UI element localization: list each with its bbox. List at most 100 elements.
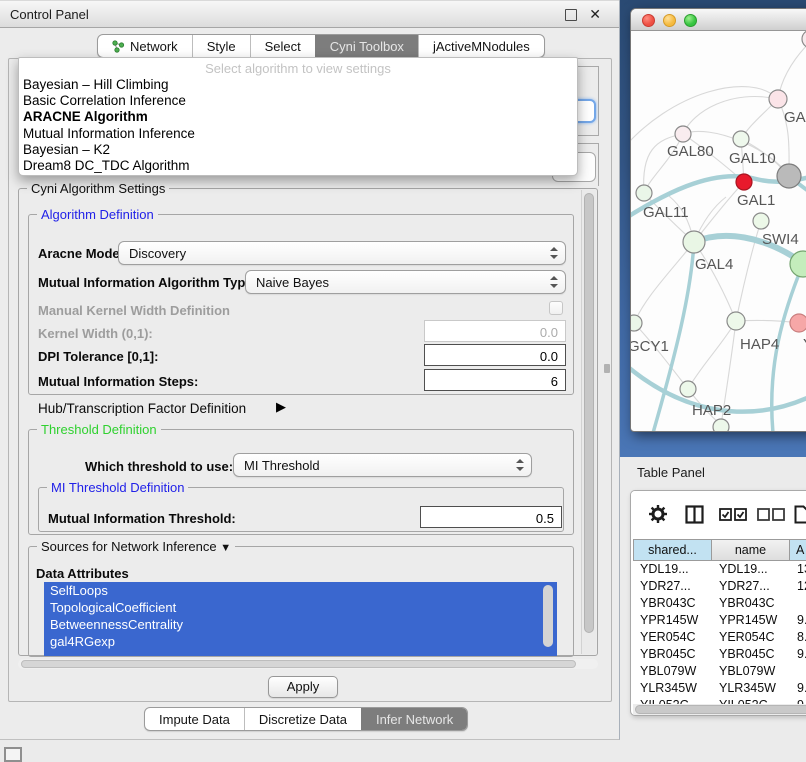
node xyxy=(675,126,691,142)
node-label: GAL4 xyxy=(695,256,733,273)
dpi-tolerance-field[interactable] xyxy=(424,344,566,366)
manual-kernel-width-checkbox[interactable] xyxy=(549,301,563,315)
tab-select[interactable]: Select xyxy=(250,35,315,57)
table-row[interactable]: YPR145WYPR145W9. xyxy=(633,612,806,629)
mi-algorithm-type-label: Mutual Information Algorithm Type: xyxy=(38,275,257,290)
which-threshold-label: Which threshold to use: xyxy=(85,459,233,474)
table-row[interactable]: YBR045CYBR045C9. xyxy=(633,646,806,663)
zoom-traffic-light-icon[interactable] xyxy=(684,14,697,27)
hub-definition-toggle[interactable]: Hub/Transcription Factor Definition xyxy=(38,401,246,416)
network-window-titlebar[interactable] xyxy=(631,9,806,31)
mi-steps-field[interactable] xyxy=(424,369,566,391)
bottom-tabbar: Impute Data Discretize Data Infer Networ… xyxy=(144,707,468,731)
table-body: YDL19...YDL19...13 YDR27...YDR27...12 YB… xyxy=(633,561,806,714)
list-scrollbar-thumb[interactable] xyxy=(543,585,553,647)
node-label: HAP4 xyxy=(740,336,779,353)
apply-button[interactable]: Apply xyxy=(268,676,338,698)
mi-algorithm-type-combo[interactable]: Naive Bayes xyxy=(245,270,566,294)
list-item[interactable]: SelfLoops xyxy=(44,582,557,599)
float-panel-icon[interactable] xyxy=(565,9,577,21)
table-row[interactable]: YER054CYER054C8. xyxy=(633,629,806,646)
aracne-mode-combo[interactable]: Discovery xyxy=(118,241,566,265)
dropdown-item[interactable]: Bayesian – K2 xyxy=(19,142,577,158)
gear-icon[interactable] xyxy=(649,505,667,523)
control-panel-title: Control Panel xyxy=(10,7,89,22)
tab-impute-data[interactable]: Impute Data xyxy=(145,708,244,730)
spinner-arrows-icon xyxy=(549,276,558,288)
node xyxy=(790,314,806,332)
settings-hscrollbar-track[interactable] xyxy=(18,659,598,669)
tab-network[interactable]: Network xyxy=(98,35,192,57)
list-item[interactable]: BetweennessCentrality xyxy=(44,616,557,633)
tab-jactivemnodules[interactable]: jActiveMNodules xyxy=(418,35,544,57)
kernel-width-field[interactable] xyxy=(424,320,566,342)
tab-discretize-data[interactable]: Discretize Data xyxy=(244,708,361,730)
dropdown-item[interactable]: Bayesian – Hill Climbing xyxy=(19,77,577,93)
groupbox-edge xyxy=(598,143,599,186)
dropdown-item-selected[interactable]: ARACNE Algorithm xyxy=(19,109,577,125)
columns-icon[interactable] xyxy=(685,505,704,524)
network-node-labels: GAL GAL80 GAL10 GAL1 GAL11 SWI4 GAL4 GCY… xyxy=(631,109,806,419)
dropdown-item[interactable]: Mutual Information Inference xyxy=(19,126,577,142)
node xyxy=(777,164,801,188)
list-item[interactable]: gal4RGexp xyxy=(44,633,557,650)
dpi-tolerance-label: DPI Tolerance [0,1]: xyxy=(38,349,158,364)
node-label: GAL11 xyxy=(643,204,689,221)
kernel-width-label: Kernel Width (0,1): xyxy=(38,326,153,341)
bottom-strip xyxy=(0,740,620,762)
float-window-icon[interactable] xyxy=(4,747,22,762)
network-view-window[interactable]: GAL GAL80 GAL10 GAL1 GAL11 SWI4 GAL4 GCY… xyxy=(630,8,806,432)
tab-infer-network[interactable]: Infer Network xyxy=(361,708,467,730)
network-icon xyxy=(112,40,125,53)
settings-scrollbar-thumb[interactable] xyxy=(584,193,594,633)
close-icon[interactable]: ✕ xyxy=(589,6,601,23)
mi-threshold-label: Mutual Information Threshold: xyxy=(48,511,236,526)
node xyxy=(683,231,705,253)
group-title: MI Threshold Definition xyxy=(47,480,188,495)
table-row[interactable]: YDR27...YDR27...12 xyxy=(633,578,806,595)
chevron-right-icon[interactable]: ▶ xyxy=(276,399,286,415)
table-row[interactable]: YBL079WYBL079W xyxy=(633,663,806,680)
node xyxy=(680,381,696,397)
tab-style[interactable]: Style xyxy=(192,35,250,57)
algorithm-dropdown-popup: Select algorithm to view settings Bayesi… xyxy=(18,57,578,176)
select-all-checkboxes-icon[interactable] xyxy=(719,508,747,521)
minimize-traffic-light-icon[interactable] xyxy=(663,14,676,27)
table-panel-area: Table Panel xyxy=(620,457,806,762)
table-row[interactable]: YBR043CYBR043C xyxy=(633,595,806,612)
document-icon[interactable] xyxy=(794,505,806,524)
tab-cyni-toolbox[interactable]: Cyni Toolbox xyxy=(315,35,418,57)
settings-scrollbar-track[interactable] xyxy=(581,190,596,654)
dropdown-item[interactable]: Basic Correlation Inference xyxy=(19,93,577,109)
node xyxy=(727,312,745,330)
chevron-down-icon[interactable]: ▼ xyxy=(220,542,231,554)
network-graph-canvas[interactable]: GAL GAL80 GAL10 GAL1 GAL11 SWI4 GAL4 GCY… xyxy=(631,31,806,432)
table-row[interactable]: YDL19...YDL19...13 xyxy=(633,561,806,578)
list-item[interactable]: TopologicalCoefficient xyxy=(44,599,557,616)
which-threshold-combo[interactable]: MI Threshold xyxy=(233,453,532,477)
table-hscrollbar-thumb[interactable] xyxy=(635,705,806,714)
column-header-shared-name[interactable]: shared... xyxy=(633,539,712,561)
aracne-mode-label: Aracne Mode: xyxy=(38,246,124,261)
table-row[interactable]: YLR345WYLR345W9. xyxy=(633,680,806,697)
column-header-partial[interactable]: A xyxy=(790,539,806,561)
dropdown-item[interactable]: Dream8 DC_TDC Algorithm xyxy=(19,158,577,174)
node xyxy=(802,31,806,48)
settings-hscrollbar-thumb[interactable] xyxy=(21,660,576,668)
mi-steps-label: Mutual Information Steps: xyxy=(38,374,198,389)
deselect-all-checkboxes-icon[interactable] xyxy=(757,508,785,521)
node xyxy=(733,131,749,147)
column-header-name[interactable]: name xyxy=(712,539,790,561)
group-title: Algorithm Definition xyxy=(37,207,158,222)
splitter-handle[interactable] xyxy=(604,364,610,373)
table-panel-title: Table Panel xyxy=(637,465,705,480)
control-panel-tabbar: Network Style Select Cyni Toolbox jActiv… xyxy=(97,34,545,58)
mi-threshold-field[interactable] xyxy=(420,506,562,528)
table-hscrollbar-track[interactable] xyxy=(633,704,806,715)
node-label: GAL10 xyxy=(729,150,776,167)
group-title: Sources for Network Inference ▼ xyxy=(37,539,235,554)
data-attributes-list[interactable]: SelfLoops TopologicalCoefficient Between… xyxy=(44,582,557,656)
close-traffic-light-icon[interactable] xyxy=(642,14,655,27)
spinner-arrows-icon xyxy=(515,459,524,471)
inference-groupbox-edge xyxy=(598,66,599,136)
